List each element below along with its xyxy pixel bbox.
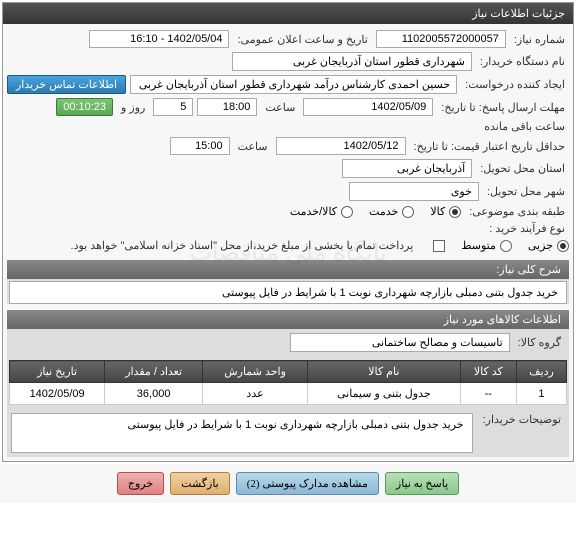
- province-value: آذربایجان غربی: [342, 159, 472, 178]
- cell-code: --: [460, 383, 516, 405]
- validity-label: حداقل تاریخ اعتبار قیمت: تا تاریخ:: [410, 140, 569, 153]
- city-label: شهر محل تحویل:: [483, 185, 569, 198]
- need-number-label: شماره نیاز:: [510, 33, 569, 46]
- deadline-time-label: ساعت: [261, 101, 299, 114]
- th-name: نام کالا: [308, 361, 461, 383]
- deadline-label: مهلت ارسال پاسخ: تا تاریخ:: [437, 101, 569, 114]
- th-date: تاریخ نیاز: [10, 361, 105, 383]
- countdown-time: 00:10:23: [56, 98, 113, 116]
- validity-date: 1402/05/12: [276, 137, 406, 155]
- process-partial-radio[interactable]: جزیی: [528, 239, 569, 252]
- payment-note: پرداخت تمام یا بخشی از مبلغ خرید،از محل …: [67, 239, 418, 252]
- remaining-label: ساعت باقی مانده: [480, 120, 569, 133]
- buyer-org-label: نام دستگاه خریدار:: [476, 55, 569, 68]
- creator-value: حسین احمدی کارشناس درآمد شهرداری قطور اس…: [130, 75, 457, 94]
- process-partial-label: جزیی: [528, 239, 553, 252]
- province-label: استان محل تحویل:: [476, 162, 569, 175]
- radio-icon: [402, 206, 414, 218]
- buyer-org-value: شهرداری قطور استان آذربایجان غربی: [232, 52, 472, 71]
- description-text: خرید جدول بتنی دمبلی بازارچه شهرداری نوب…: [9, 281, 567, 304]
- category-goods-label: کالا: [430, 205, 445, 218]
- th-code: کد کالا: [460, 361, 516, 383]
- th-qty: تعداد / مقدار: [105, 361, 203, 383]
- radio-icon: [449, 206, 461, 218]
- cell-qty: 36,000: [105, 383, 203, 405]
- radio-icon: [500, 240, 512, 252]
- days-remaining: 5: [153, 98, 193, 116]
- city-value: خوی: [349, 182, 479, 201]
- validity-time-label: ساعت: [234, 140, 272, 153]
- panel-title: جزئیات اطلاعات نیاز: [3, 3, 573, 24]
- items-table: ردیف کد کالا نام کالا واحد شمارش تعداد /…: [9, 360, 567, 405]
- announce-value: 1402/05/04 - 16:10: [89, 30, 229, 48]
- need-number-value: 1102005572000057: [376, 30, 506, 48]
- days-label: روز و: [117, 101, 149, 114]
- cell-unit: عدد: [203, 383, 308, 405]
- category-both-label: کالا/خدمت: [290, 205, 337, 218]
- reply-button[interactable]: پاسخ به نیاز: [385, 472, 459, 495]
- description-header: شرح کلی نیاز:: [7, 260, 569, 279]
- cell-row: 1: [516, 383, 566, 405]
- announce-label: تاریخ و ساعت اعلان عمومی:: [233, 33, 371, 46]
- group-value: تاسیسات و مصالح ساختمانی: [290, 333, 510, 352]
- process-medium-radio[interactable]: متوسط: [461, 239, 512, 252]
- process-label: نوع فرآیند خرید :: [485, 222, 569, 235]
- exit-button[interactable]: خروج: [117, 472, 164, 495]
- category-service-label: خدمت: [369, 205, 398, 218]
- validity-time: 15:00: [170, 137, 230, 155]
- th-unit: واحد شمارش: [203, 361, 308, 383]
- details-panel: جزئیات اطلاعات نیاز شماره نیاز: 11020055…: [2, 2, 574, 462]
- group-label: گروه کالا:: [514, 336, 565, 349]
- footer-buttons: پاسخ به نیاز مشاهده مدارک پیوستی (2) باز…: [0, 464, 576, 503]
- table-row: 1 -- جدول بتنی و سیمانی عدد 36,000 1402/…: [10, 383, 567, 405]
- view-docs-button[interactable]: مشاهده مدارک پیوستی (2): [236, 472, 379, 495]
- creator-label: ایجاد کننده درخواست:: [461, 78, 569, 91]
- th-row: ردیف: [516, 361, 566, 383]
- deadline-date: 1402/05/09: [303, 98, 433, 116]
- cell-date: 1402/05/09: [10, 383, 105, 405]
- category-label: طبقه بندی موضوعی:: [465, 205, 569, 218]
- process-medium-label: متوسط: [461, 239, 496, 252]
- radio-icon: [341, 206, 353, 218]
- category-service-radio[interactable]: خدمت: [369, 205, 414, 218]
- payment-checkbox[interactable]: [433, 240, 445, 252]
- radio-icon: [557, 240, 569, 252]
- deadline-time: 18:00: [197, 98, 257, 116]
- buyer-notes-label: توضیحات خریدار:: [479, 413, 565, 426]
- category-both-radio[interactable]: کالا/خدمت: [290, 205, 353, 218]
- category-goods-radio[interactable]: کالا: [430, 205, 461, 218]
- contact-buyer-button[interactable]: اطلاعات تماس خریدار: [7, 75, 126, 94]
- buyer-notes-text: خرید جدول بتنی دمبلی بازارچه شهرداری نوب…: [11, 413, 473, 453]
- back-button[interactable]: بازگشت: [170, 472, 230, 495]
- cell-name: جدول بتنی و سیمانی: [308, 383, 461, 405]
- items-header: اطلاعات کالاهای مورد نیاز: [7, 310, 569, 329]
